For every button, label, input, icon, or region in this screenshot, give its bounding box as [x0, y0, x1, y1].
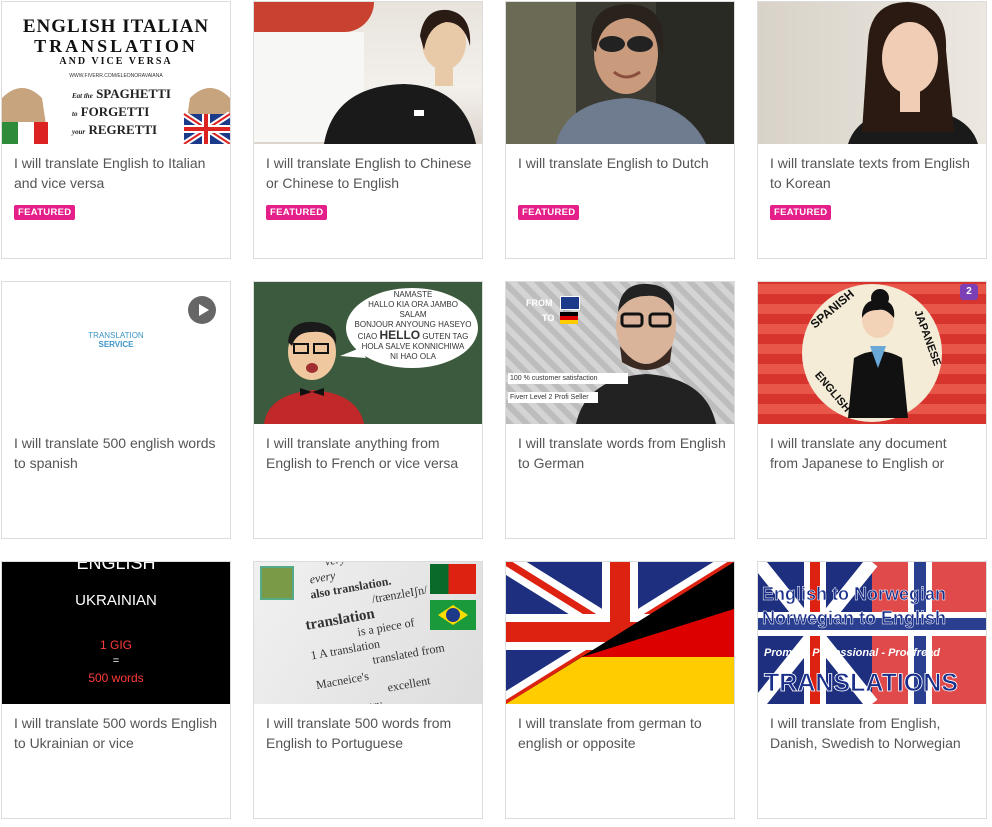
seller-photo	[324, 9, 476, 144]
gig-card[interactable]: I will translate from german to english …	[505, 561, 735, 819]
thumb-heading: AND VICE VERSA	[59, 56, 173, 67]
from-label: FROM	[526, 298, 553, 308]
level-badge: 2	[960, 284, 978, 300]
gig-thumbnail[interactable]	[758, 2, 986, 144]
featured-badge: FEATURED	[14, 205, 76, 220]
gig-title[interactable]: I will translate from English, Danish, S…	[770, 713, 978, 753]
seller-photo	[848, 2, 978, 144]
gig-title[interactable]: I will translate 500 words English to Uk…	[14, 713, 222, 753]
gig-thumbnail[interactable]	[254, 2, 482, 144]
gig-title[interactable]: I will translate English to Chinese or C…	[266, 153, 474, 193]
thumb-heading: TRANSLATIONS	[764, 669, 959, 698]
featured-badge: FEATURED	[266, 205, 328, 220]
gig-card[interactable]: NAMASTE HALLO KIA ORA JAMBO SALAM BONJOU…	[253, 281, 483, 539]
gig-card[interactable]: I will translate English to Chinese or C…	[253, 1, 483, 259]
featured-badge: FEATURED	[518, 205, 580, 220]
gig-thumbnail[interactable]: FROM TO 100 % customer satisfaction Five…	[506, 282, 734, 424]
uk-hand-icon	[182, 88, 230, 144]
gig-card[interactable]: ENGLISH ITALIAN TRANSLATION AND VICE VER…	[1, 1, 231, 259]
thumb-text: TRANSLATION	[88, 331, 144, 340]
play-video-icon[interactable]	[188, 296, 216, 324]
gig-card[interactable]: FROM TO 100 % customer satisfaction Five…	[505, 281, 735, 539]
thumb-heading: TRANSLATION	[34, 36, 198, 56]
thumb-slogan: Eat the SPAGHETTI to FORGETTI your REGRE…	[72, 86, 171, 137]
featured-badge: FEATURED	[770, 205, 832, 220]
hello-words: NAMASTE HALLO KIA ORA JAMBO SALAM BONJOU…	[354, 290, 472, 361]
gig-card[interactable]: I will translate English to Dutch FEATUR…	[505, 1, 735, 259]
gig-title[interactable]: I will translate words from English to G…	[518, 433, 726, 473]
gig-card[interactable]: very single person every also translatio…	[253, 561, 483, 819]
gig-title[interactable]: I will translate English to Dutch	[518, 153, 726, 193]
uk-germany-flag-icon	[506, 562, 734, 704]
gig-thumbnail[interactable]: TRANSLATION SERVICE	[2, 282, 230, 424]
gig-thumbnail[interactable]: NAMASTE HALLO KIA ORA JAMBO SALAM BONJOU…	[254, 282, 482, 424]
gig-thumbnail[interactable]: English to Norwegian Norwegian to Englis…	[758, 562, 986, 704]
gig-card[interactable]: ENGLISH UKRAINIAN 1 GIG = 500 words I wi…	[1, 561, 231, 819]
gig-title[interactable]: I will translate anything from English t…	[266, 433, 474, 473]
gig-title[interactable]: I will translate 500 english words to sp…	[14, 433, 222, 473]
thumb-heading: Norwegian to English	[762, 608, 947, 629]
level-label: Fiverr Level 2 Profi Seller	[508, 392, 598, 403]
to-label: TO	[542, 313, 555, 323]
gig-title[interactable]: I will translate any document from Japan…	[770, 433, 978, 473]
thumb-text: 1 GIG	[99, 638, 132, 652]
brazil-flag-icon	[430, 600, 476, 630]
gig-thumbnail[interactable]: very single person every also translatio…	[254, 562, 482, 704]
gig-card[interactable]: SPANISH JAPANESE ENGLISH 2 I will transl…	[757, 281, 987, 539]
seller-avatar	[260, 566, 294, 600]
thumb-heading: ENGLISH	[76, 562, 156, 573]
gig-title[interactable]: I will translate texts from English to K…	[770, 153, 978, 193]
gig-thumbnail[interactable]: SPANISH JAPANESE ENGLISH 2	[758, 282, 986, 424]
seller-photo	[556, 4, 706, 144]
thumb-text: SERVICE	[98, 340, 134, 349]
thumb-heading: English to Norwegian	[762, 584, 947, 605]
satisfaction-label: 100 % customer satisfaction	[508, 373, 628, 384]
gig-title[interactable]: I will translate 500 words from English …	[266, 713, 474, 753]
gig-thumbnail[interactable]: ENGLISH UKRAINIAN 1 GIG = 500 words	[2, 562, 230, 704]
gig-card[interactable]: I will translate texts from English to K…	[757, 1, 987, 259]
gig-thumbnail[interactable]	[506, 562, 734, 704]
thumb-text: 500 words	[88, 671, 144, 685]
portugal-flag-icon	[430, 564, 476, 594]
italy-hand-icon	[2, 88, 48, 144]
thumb-tagline: Prompt - Professional - Proofread	[764, 647, 941, 659]
thumb-text: =	[112, 655, 120, 667]
germany-flag-icon	[560, 312, 578, 324]
uk-flag-icon	[560, 296, 580, 310]
cartoon-avatar	[848, 289, 908, 418]
gig-thumbnail[interactable]: ENGLISH ITALIAN TRANSLATION AND VICE VER…	[2, 2, 230, 144]
thumb-heading: ENGLISH ITALIAN	[22, 16, 210, 37]
gig-card[interactable]: TRANSLATION SERVICE I will translate 500…	[1, 281, 231, 539]
gig-title[interactable]: I will translate English to Italian and …	[14, 153, 222, 193]
thumb-heading: UKRAINIAN	[75, 592, 157, 609]
gig-thumbnail[interactable]	[506, 2, 734, 144]
gig-card[interactable]: English to Norwegian Norwegian to Englis…	[757, 561, 987, 819]
gig-title[interactable]: I will translate from german to english …	[518, 713, 726, 753]
